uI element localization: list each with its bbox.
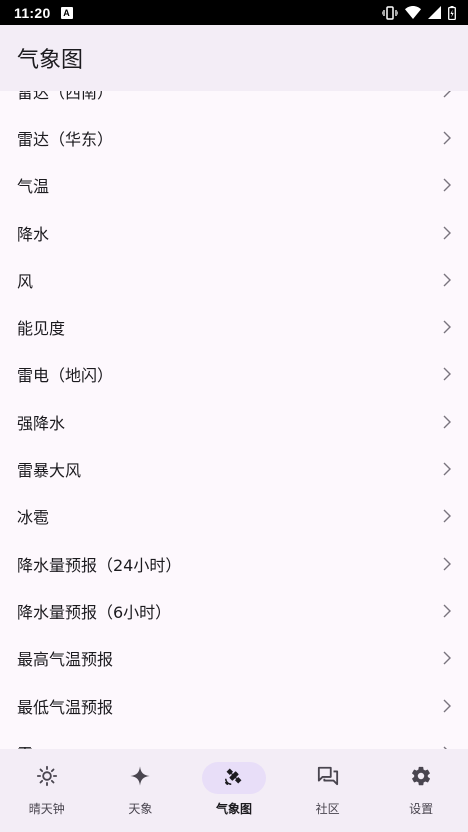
list-item[interactable]: 雾 — [0, 729, 468, 749]
list-item[interactable]: 降水量预报（6小时） — [0, 587, 468, 634]
list-item[interactable]: 最低气温预报 — [0, 682, 468, 729]
list-item[interactable]: 气温 — [0, 162, 468, 209]
list-item[interactable]: 降水 — [0, 209, 468, 256]
nav-icon-container — [108, 762, 172, 794]
list-item-label: 雷达（华东） — [17, 129, 114, 149]
nav-item-settings[interactable]: 设置 — [374, 749, 468, 832]
nav-icon-container — [15, 762, 79, 794]
nav-item-community[interactable]: 社区 — [281, 749, 375, 832]
satellite-icon — [223, 765, 245, 791]
status-time: 11:20 — [14, 4, 51, 21]
chevron-right-icon — [442, 556, 452, 572]
list-item-label: 雷电（地闪） — [17, 366, 114, 386]
list-item-label: 雾 — [17, 741, 442, 749]
chevron-right-icon — [442, 650, 452, 666]
list-item[interactable]: 雷电（地闪） — [0, 351, 468, 398]
list-item[interactable]: 最高气温预报 — [0, 635, 468, 682]
bottom-navigation: 晴天钟 天象 气象图 社区 设置 — [0, 749, 468, 832]
nav-label: 气象图 — [215, 802, 252, 816]
list-item-label: 最高气温预报 — [17, 650, 114, 670]
wifi-icon — [405, 6, 421, 19]
notification-a-icon: A — [60, 6, 73, 19]
list-item-label: 最低气温预报 — [17, 697, 114, 717]
status-bar: 11:20 A — [0, 0, 468, 25]
list-item-label: 雷暴大风 — [17, 461, 82, 481]
gear-icon — [410, 765, 432, 791]
forum-icon — [317, 765, 339, 791]
list-item[interactable]: 雷暴大风 — [0, 445, 468, 492]
chevron-right-icon — [442, 319, 452, 335]
list-item-label: 降水量预报（6小时） — [17, 602, 172, 622]
list-item-label: 冰雹 — [17, 508, 50, 528]
list-item[interactable]: 风 — [0, 256, 468, 303]
page-title: 气象图 — [17, 48, 84, 73]
list-item[interactable]: 强降水 — [0, 398, 468, 445]
nav-icon-container — [389, 762, 453, 794]
chevron-right-icon — [442, 461, 452, 477]
list-item-label: 降水 — [17, 224, 50, 244]
list-item[interactable]: 降水量预报（24小时） — [0, 540, 468, 587]
sparkle-icon — [129, 765, 151, 791]
nav-label: 社区 — [315, 802, 340, 816]
nav-label: 设置 — [409, 802, 434, 816]
battery-icon — [448, 5, 456, 20]
nav-icon-container-active — [201, 762, 266, 794]
vibrate-icon — [382, 5, 398, 20]
chevron-right-icon — [442, 130, 452, 146]
chevron-right-icon — [442, 698, 452, 714]
chevron-right-icon — [442, 508, 452, 524]
nav-item-astronomy[interactable]: 天象 — [94, 749, 188, 832]
nav-label: 天象 — [128, 802, 153, 816]
screen: 11:20 A 气象图 雷达（西南） 雷达（华东） 气温 降水 风 能见度 雷电… — [0, 0, 468, 832]
nav-item-weather-maps[interactable]: 气象图 — [187, 749, 281, 832]
chevron-right-icon — [442, 272, 452, 288]
list-item[interactable]: 雷达（华东） — [0, 114, 468, 161]
nav-label: 晴天钟 — [28, 802, 65, 816]
list-item[interactable]: 能见度 — [0, 303, 468, 350]
chevron-right-icon — [442, 225, 452, 241]
nav-icon-container — [296, 762, 360, 794]
nav-item-clear-sky-clock[interactable]: 晴天钟 — [0, 749, 94, 832]
sun-icon — [36, 765, 58, 791]
map-type-list[interactable]: 雷达（西南） 雷达（华东） 气温 降水 风 能见度 雷电（地闪） 强降水 雷暴大… — [0, 91, 468, 749]
map-type-list-content: 雷达（西南） 雷达（华东） 气温 降水 风 能见度 雷电（地闪） 强降水 雷暴大… — [0, 91, 468, 749]
chevron-right-icon — [442, 91, 452, 99]
app-bar: 气象图 — [0, 25, 468, 91]
list-item-label: 降水量预报（24小时） — [17, 555, 182, 575]
chevron-right-icon — [442, 603, 452, 619]
list-item-label: 风 — [17, 271, 34, 291]
chevron-right-icon — [442, 177, 452, 193]
list-item[interactable]: 冰雹 — [0, 493, 468, 540]
chevron-right-icon — [442, 414, 452, 430]
status-icons — [382, 5, 456, 20]
list-item[interactable]: 雷达（西南） — [0, 91, 468, 114]
list-item-label: 强降水 — [17, 413, 66, 433]
signal-icon — [428, 6, 441, 19]
list-item-label: 气温 — [17, 177, 50, 197]
list-item-label: 雷达（西南） — [17, 91, 114, 102]
list-item-label: 能见度 — [17, 319, 66, 339]
chevron-right-icon — [442, 366, 452, 382]
